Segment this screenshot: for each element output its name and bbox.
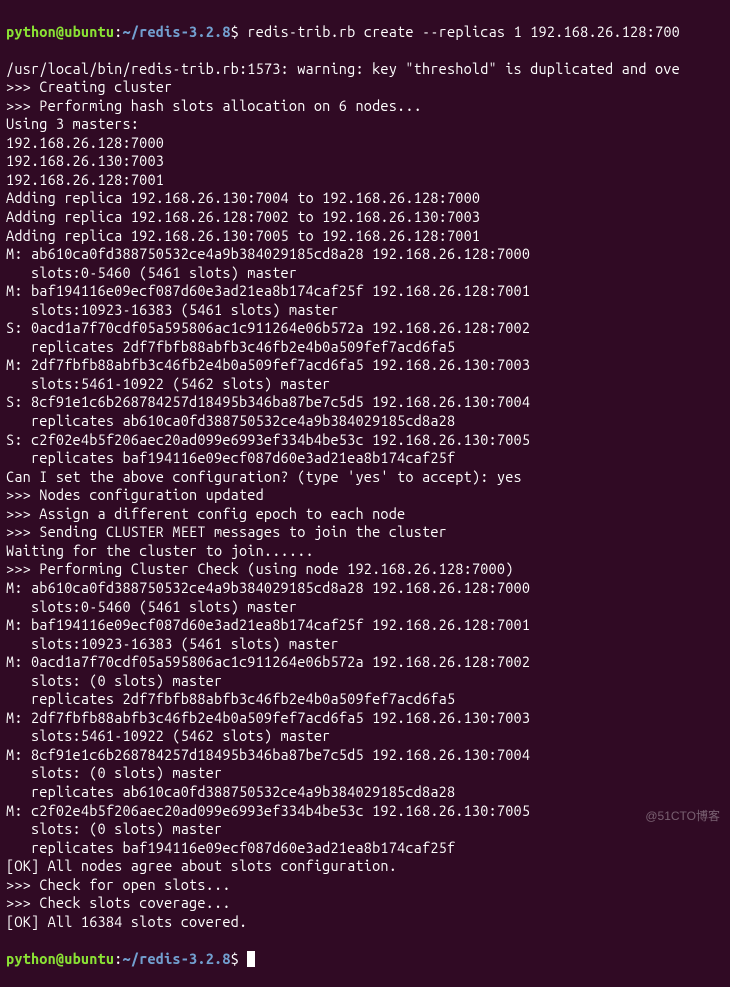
watermark: @51CTO博客: [645, 809, 720, 824]
prompt-line-2: python@ubuntu:~/redis-3.2.8$: [6, 950, 724, 969]
output-line: S: 0acd1a7f70cdf05a595806ac1c911264e06b5…: [6, 319, 724, 338]
prompt-dollar: $: [231, 950, 239, 967]
output-line: 192.168.26.128:7000: [6, 134, 724, 153]
prompt-dollar: $: [231, 23, 239, 40]
output-line: M: ab610ca0fd388750532ce4a9b384029185cd8…: [6, 245, 724, 264]
output-line: Using 3 masters:: [6, 115, 724, 134]
output-line: M: 8cf91e1c6b268784257d18495b346ba87be7c…: [6, 746, 724, 765]
command-text: redis-trib.rb create --replicas 1 192.16…: [247, 23, 680, 40]
output-line: replicates 2df7fbfb88abfb3c46fb2e4b0a509…: [6, 690, 724, 709]
output-line: >>> Nodes configuration updated: [6, 486, 724, 505]
output-line: slots: (0 slots) master: [6, 672, 724, 691]
output-line: slots: (0 slots) master: [6, 820, 724, 839]
output-line: /usr/local/bin/redis-trib.rb:1573: warni…: [6, 60, 724, 79]
prompt-path: ~/redis-3.2.8: [123, 950, 231, 967]
output-line: M: baf194116e09ecf087d60e3ad21ea8b174caf…: [6, 616, 724, 635]
output-line: [OK] All nodes agree about slots configu…: [6, 857, 724, 876]
output-line: slots:10923-16383 (5461 slots) master: [6, 635, 724, 654]
output-line: slots:0-5460 (5461 slots) master: [6, 598, 724, 617]
output-line: Adding replica 192.168.26.130:7004 to 19…: [6, 189, 724, 208]
prompt-colon: :: [114, 950, 122, 967]
output-line: 192.168.26.128:7001: [6, 171, 724, 190]
output-line: slots: (0 slots) master: [6, 764, 724, 783]
cursor: [247, 951, 255, 967]
output-line: slots:0-5460 (5461 slots) master: [6, 264, 724, 283]
output-line: slots:5461-10922 (5462 slots) master: [6, 727, 724, 746]
output-line: Adding replica 192.168.26.128:7002 to 19…: [6, 208, 724, 227]
output-line: >>> Assign a different config epoch to e…: [6, 505, 724, 524]
prompt-user: python@ubuntu: [6, 23, 114, 40]
prompt-path: ~/redis-3.2.8: [123, 23, 231, 40]
output-line: replicates ab610ca0fd388750532ce4a9b3840…: [6, 783, 724, 802]
output-line: S: 8cf91e1c6b268784257d18495b346ba87be7c…: [6, 393, 724, 412]
output-line: M: 2df7fbfb88abfb3c46fb2e4b0a509fef7acd6…: [6, 709, 724, 728]
output-line: slots:5461-10922 (5462 slots) master: [6, 375, 724, 394]
output-line: S: c2f02e4b5f206aec20ad099e6993ef334b4be…: [6, 431, 724, 450]
output-line: replicates ab610ca0fd388750532ce4a9b3840…: [6, 412, 724, 431]
output-line: >>> Check for open slots...: [6, 876, 724, 895]
output-line: M: baf194116e09ecf087d60e3ad21ea8b174caf…: [6, 282, 724, 301]
output-line: replicates baf194116e09ecf087d60e3ad21ea…: [6, 449, 724, 468]
output-line: M: 0acd1a7f70cdf05a595806ac1c911264e06b5…: [6, 653, 724, 672]
output-line: >>> Performing Cluster Check (using node…: [6, 560, 724, 579]
output-line: M: c2f02e4b5f206aec20ad099e6993ef334b4be…: [6, 802, 724, 821]
output-line: >>> Performing hash slots allocation on …: [6, 97, 724, 116]
output-line: >>> Check slots coverage...: [6, 894, 724, 913]
prompt-colon: :: [114, 23, 122, 40]
output-line: M: 2df7fbfb88abfb3c46fb2e4b0a509fef7acd6…: [6, 356, 724, 375]
output-line: 192.168.26.130:7003: [6, 152, 724, 171]
output-line: slots:10923-16383 (5461 slots) master: [6, 301, 724, 320]
output-lines: /usr/local/bin/redis-trib.rb:1573: warni…: [6, 60, 724, 932]
output-line: Adding replica 192.168.26.130:7005 to 19…: [6, 227, 724, 246]
output-line: >>> Creating cluster: [6, 78, 724, 97]
terminal-output[interactable]: python@ubuntu:~/redis-3.2.8$ redis-trib.…: [6, 4, 724, 987]
output-line: Can I set the above configuration? (type…: [6, 468, 724, 487]
output-line: Waiting for the cluster to join......: [6, 542, 724, 561]
output-line: [OK] All 16384 slots covered.: [6, 913, 724, 932]
output-line: >>> Sending CLUSTER MEET messages to joi…: [6, 523, 724, 542]
output-line: replicates baf194116e09ecf087d60e3ad21ea…: [6, 839, 724, 858]
prompt-user: python@ubuntu: [6, 950, 114, 967]
prompt-line-1: python@ubuntu:~/redis-3.2.8$ redis-trib.…: [6, 23, 724, 42]
output-line: M: ab610ca0fd388750532ce4a9b384029185cd8…: [6, 579, 724, 598]
output-line: replicates 2df7fbfb88abfb3c46fb2e4b0a509…: [6, 338, 724, 357]
